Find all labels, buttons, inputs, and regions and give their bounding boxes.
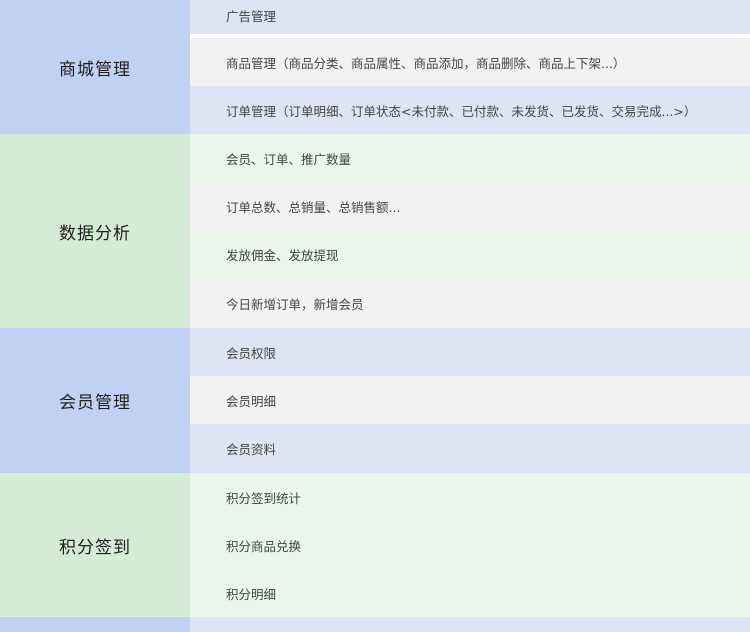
list-item: 订单管理（订单明细、订单状态<未付款、已付款、未发货、已发货、交易完成...>） — [190, 86, 750, 134]
category-label: 商城管理 — [0, 0, 190, 134]
item-list — [190, 617, 750, 632]
list-item: 广告管理 — [190, 0, 750, 34]
item-list: 会员、订单、推广数量 订单总数、总销量、总销售额... 发放佣金、发放提现 今日… — [190, 134, 750, 328]
group-next-partial — [0, 617, 750, 632]
item-list: 广告管理 商品管理（商品分类、商品属性、商品添加，商品删除、商品上下架...） … — [190, 0, 750, 134]
list-item: 今日新增订单，新增会员 — [190, 278, 750, 328]
list-item: 会员、订单、推广数量 — [190, 134, 750, 182]
group-data-analysis: 数据分析 会员、订单、推广数量 订单总数、总销量、总销售额... 发放佣金、发放… — [0, 134, 750, 328]
list-item: 发放佣金、发放提现 — [190, 230, 750, 278]
item-list: 积分签到统计 积分商品兑换 积分明细 — [190, 473, 750, 617]
list-item: 积分明细 — [190, 569, 750, 617]
list-item: 积分商品兑换 — [190, 521, 750, 569]
group-mall-management: 商城管理 广告管理 商品管理（商品分类、商品属性、商品添加，商品删除、商品上下架… — [0, 0, 750, 134]
item-list: 会员权限 会员明细 会员资料 — [190, 328, 750, 473]
list-item: 订单总数、总销量、总销售额... — [190, 182, 750, 230]
list-item: 积分签到统计 — [190, 473, 750, 521]
list-item: 商品管理（商品分类、商品属性、商品添加，商品删除、商品上下架...） — [190, 38, 750, 86]
list-item: 会员资料 — [190, 424, 750, 473]
category-label: 积分签到 — [0, 473, 190, 617]
category-cell — [0, 617, 190, 632]
category-label: 会员管理 — [0, 328, 190, 473]
list-item: 会员权限 — [190, 328, 750, 376]
group-points-checkin: 积分签到 积分签到统计 积分商品兑换 积分明细 — [0, 473, 750, 617]
category-label: 数据分析 — [0, 134, 190, 328]
list-item: 会员明细 — [190, 376, 750, 424]
group-member-management: 会员管理 会员权限 会员明细 会员资料 — [0, 328, 750, 473]
feature-table: 商城管理 广告管理 商品管理（商品分类、商品属性、商品添加，商品删除、商品上下架… — [0, 0, 750, 632]
